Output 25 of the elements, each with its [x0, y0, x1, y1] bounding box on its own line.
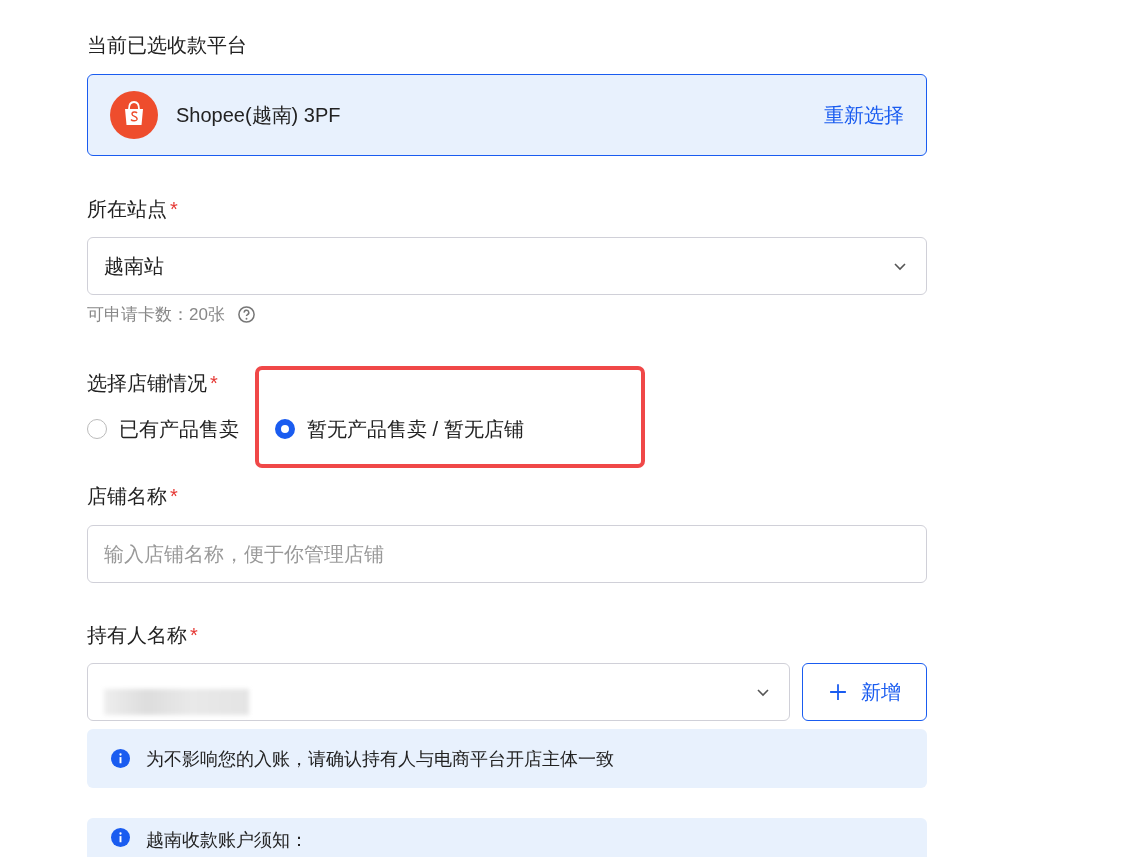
- add-button[interactable]: 新增: [802, 663, 927, 721]
- radio-button[interactable]: [275, 419, 295, 439]
- required-mark: *: [170, 484, 178, 509]
- field-label: 店铺名称: [87, 484, 167, 509]
- shopping-bag-icon: [110, 91, 158, 139]
- required-mark: *: [190, 623, 198, 648]
- required-mark: *: [210, 371, 218, 396]
- field-label: 选择店铺情况: [87, 371, 207, 396]
- help-icon[interactable]: [236, 305, 256, 324]
- notice-title: 越南收款账户须知：: [146, 829, 308, 852]
- reselect-link[interactable]: 重新选择: [824, 101, 904, 129]
- site-select[interactable]: 越南站: [87, 237, 927, 295]
- required-mark: *: [170, 197, 178, 222]
- platform-name: Shopee(越南) 3PF: [176, 102, 342, 128]
- store-name-field[interactable]: 输入店铺名称，便于你管理店铺: [87, 525, 927, 583]
- field-label: 当前已选收款平台: [87, 33, 248, 58]
- hint-text: 可申请卡数：20张: [87, 304, 225, 326]
- plus-icon: [828, 683, 847, 701]
- radio-label[interactable]: 暂无产品售卖 / 暂无店铺: [307, 414, 524, 444]
- info-text: 为不影响您的入账，请确认持有人与电商平台开店主体一致: [146, 747, 614, 771]
- info-icon: [111, 749, 130, 768]
- field-label: 所在站点: [87, 197, 167, 222]
- radio-label[interactable]: 已有产品售卖: [119, 414, 239, 444]
- info-icon: [111, 828, 130, 847]
- field-label: 持有人名称: [87, 623, 187, 648]
